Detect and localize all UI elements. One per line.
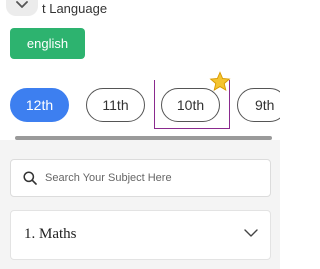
section-title: t Language [42, 1, 108, 16]
chevron-down-icon[interactable] [244, 229, 258, 238]
grade-pill-12th[interactable]: 12th [10, 88, 69, 122]
collapse-button[interactable] [6, 0, 38, 16]
horizontal-scrollbar[interactable] [15, 136, 272, 140]
subject-accordion-maths[interactable]: 1. Maths [10, 210, 271, 260]
grade-pill-10th[interactable]: 10th [161, 88, 220, 122]
grade-pill-9th[interactable]: 9th [237, 88, 280, 122]
chevron-down-icon [16, 1, 28, 8]
grade-selector: 12th 11th 10th 9th [0, 80, 280, 142]
star-icon [209, 71, 231, 92]
language-english-button[interactable]: english [10, 28, 85, 59]
grade-pill-11th[interactable]: 11th [86, 88, 145, 122]
subject-search-input[interactable] [45, 160, 265, 196]
subject-label: 1. Maths [24, 226, 77, 242]
search-icon [23, 171, 37, 185]
subject-search-box[interactable] [10, 159, 271, 197]
